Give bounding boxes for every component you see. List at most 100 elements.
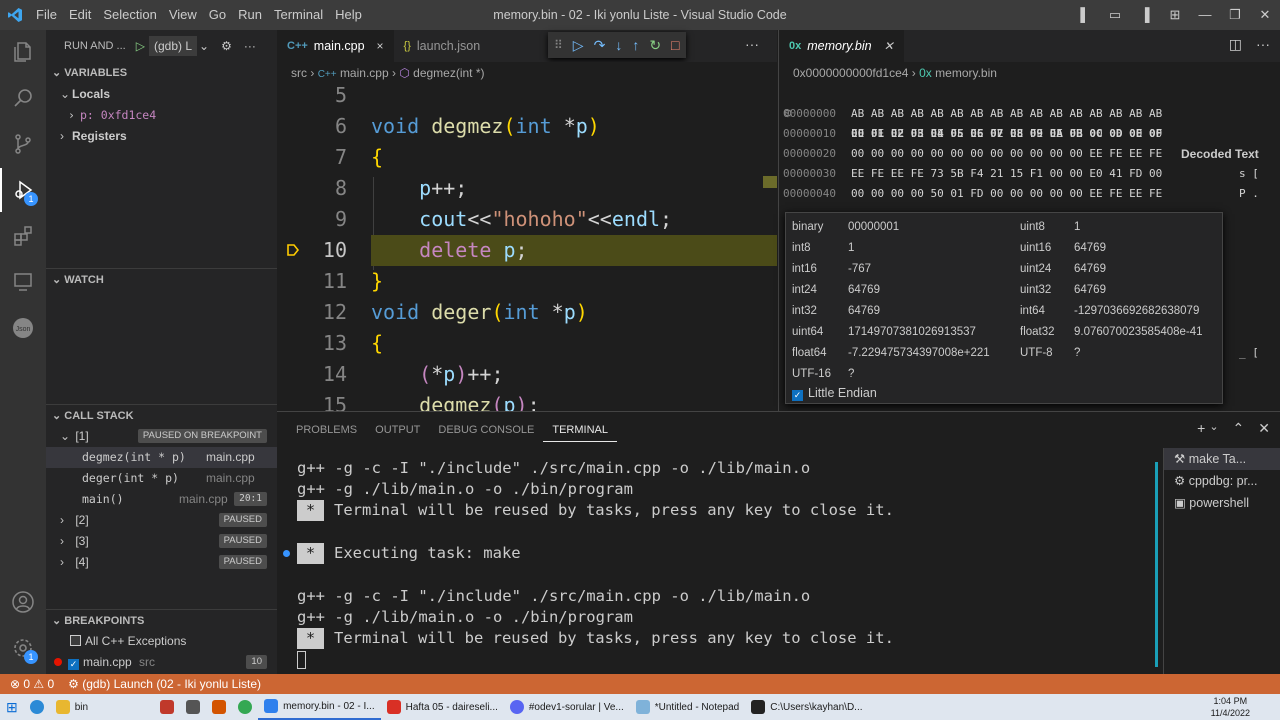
remote-explorer-icon[interactable] (0, 260, 46, 304)
thread-row[interactable]: ⌄ [1] PAUSED ON BREAKPOINT (46, 426, 277, 447)
menu-selection[interactable]: Selection (97, 0, 162, 30)
terminal-output[interactable]: g++ -g -c -I "./include" ./src/main.cpp … (283, 454, 1157, 674)
close-icon[interactable]: ✕ (884, 30, 894, 62)
hex-row[interactable]: 00000030 EE FE EE FE 73 5B F4 21 15 F1 00… (779, 164, 1279, 184)
hex-bytes[interactable]: EE FE EE FE EE FE EE FE EE FE EE FE 00 0… (851, 124, 1162, 144)
taskbar-item-vscode[interactable]: memory.bin - 02 - I... (258, 694, 381, 720)
hex-row[interactable]: 00000010 EE FE EE FE EE FE EE FE EE FE EE… (779, 124, 1279, 144)
hex-address[interactable]: 0x0000000000fd1ce4 (793, 66, 908, 80)
taskbar-item-discord[interactable]: #odev1-sorular | Ve... (504, 694, 630, 720)
terminal-scrollbar[interactable] (1155, 462, 1158, 667)
settings-gear-icon[interactable]: 1 (0, 626, 46, 670)
stack-frame[interactable]: deger(int * p) main.cpp (46, 468, 277, 489)
minimize-icon[interactable]: — (1190, 0, 1220, 30)
tab-launch-json[interactable]: {} launch.json (394, 30, 491, 62)
stack-frame[interactable]: degmez(int * p) main.cpp (46, 447, 277, 468)
tab-problems[interactable]: PROBLEMS (287, 412, 366, 448)
source-control-icon[interactable] (0, 122, 46, 166)
taskbar-item-cmd[interactable]: C:\Users\kayhan\D... (745, 694, 868, 720)
menu-edit[interactable]: Edit (63, 0, 97, 30)
layout-sidebar-icon[interactable]: ▌ (1070, 0, 1100, 30)
layout-secondary-icon[interactable]: ▐ (1130, 0, 1160, 30)
menu-help[interactable]: Help (329, 0, 368, 30)
taskbar-item-pdf[interactable]: Hafta 05 - daireseli... (381, 694, 504, 720)
json-icon[interactable]: Json (0, 306, 46, 350)
local-variable-p[interactable]: › p: 0xfd1ce4 (46, 105, 277, 126)
breakpoint-item[interactable]: All C++ Exceptions (46, 631, 277, 652)
chrome-icon[interactable] (232, 694, 258, 720)
launch-settings-icon[interactable]: ⚙ (221, 39, 232, 53)
debug-config-select[interactable]: (gdb) L (148, 36, 197, 56)
problems-status[interactable]: ⊗ 0 ⚠ 0 (10, 674, 54, 694)
code-editor[interactable]: 5 6 void degmez(int *p) 7{ 8 p++; 9 cout<… (277, 84, 777, 411)
explorer-icon[interactable] (0, 30, 46, 74)
locals-scope[interactable]: ⌄ Locals (46, 84, 277, 105)
thread-row[interactable]: › [2] PAUSED (46, 510, 277, 531)
hex-bytes[interactable]: EE FE EE FE 73 5B F4 21 15 F1 00 00 E0 4… (851, 164, 1162, 184)
edge-icon[interactable] (24, 694, 50, 720)
watch-section[interactable]: ⌄ WATCH (46, 268, 277, 290)
terminal-item-cppdbg[interactable]: ⚙ cppdbg: pr... (1164, 470, 1280, 492)
tab-debug-console[interactable]: DEBUG CONSOLE (429, 412, 543, 448)
hex-row[interactable]: 00000020 00 00 00 00 00 00 00 00 00 00 00… (779, 144, 1279, 164)
hex-file-name[interactable]: memory.bin (935, 66, 997, 80)
hex-bytes[interactable]: AB AB AB AB AB AB AB AB AB AB AB AB AB A… (851, 104, 1162, 124)
chevron-down-icon[interactable]: ⌄ (199, 39, 209, 53)
layout-panel-icon[interactable]: ▭ (1100, 0, 1130, 30)
hex-row[interactable]: 00000040 00 00 00 00 50 01 FD 00 00 00 00… (779, 184, 1279, 204)
call-stack-section[interactable]: ⌄ CALL STACK (46, 404, 277, 426)
menu-run[interactable]: Run (232, 0, 268, 30)
more-actions-icon[interactable]: ··· (745, 36, 759, 52)
app-icon[interactable] (154, 694, 180, 720)
chevron-down-icon[interactable]: ⌄ (1209, 420, 1218, 437)
tab-terminal[interactable]: TERMINAL (543, 419, 617, 442)
menu-terminal[interactable]: Terminal (268, 0, 329, 30)
terminal-item-powershell[interactable]: ▣ powershell (1164, 492, 1280, 514)
restart-icon[interactable]: ↻ (649, 37, 661, 54)
start-button[interactable]: ⊞ (0, 694, 24, 720)
menu-go[interactable]: Go (203, 0, 232, 30)
extensions-icon[interactable] (0, 214, 46, 258)
app-icon[interactable] (180, 694, 206, 720)
account-icon[interactable] (0, 580, 46, 624)
system-clock[interactable]: 1:04 PM 11/4/2022 (1211, 694, 1250, 719)
scrollbar-marker[interactable] (763, 176, 777, 188)
checkbox-checked-icon[interactable]: ✓ (68, 659, 79, 670)
hex-row[interactable]: 00000000 AB AB AB AB AB AB AB AB AB AB AB… (779, 104, 1279, 124)
close-panel-icon[interactable]: ✕ (1258, 420, 1270, 437)
tab-output[interactable]: OUTPUT (366, 412, 429, 448)
tab-main-cpp[interactable]: C++ main.cpp × (277, 30, 394, 62)
new-terminal-icon[interactable]: + (1197, 420, 1205, 437)
tab-memory-bin[interactable]: 0x memory.bin ✕ (779, 30, 904, 62)
menu-view[interactable]: View (163, 0, 203, 30)
layout-custom-icon[interactable]: ⊞ (1160, 0, 1190, 30)
breakpoint-item[interactable]: ✓ main.cpp src 10 (46, 652, 277, 673)
maximize-panel-icon[interactable]: ⌃ (1233, 420, 1245, 437)
taskbar-item-explorer[interactable]: bin (50, 694, 94, 720)
terminal-item-make[interactable]: ⚒ make Ta... (1164, 448, 1280, 470)
stop-icon[interactable]: □ (671, 37, 679, 53)
step-out-icon[interactable]: ↑ (632, 37, 639, 53)
run-debug-icon[interactable]: 1 (0, 168, 46, 212)
breakpoints-section[interactable]: ⌄ BREAKPOINTS (46, 609, 277, 631)
restore-icon[interactable]: ❐ (1220, 0, 1250, 30)
debug-launch-status[interactable]: ⚙ (gdb) Launch (02 - Iki yonlu Liste) (68, 674, 261, 694)
search-icon[interactable] (0, 76, 46, 120)
breadcrumb-file[interactable]: main.cpp (340, 66, 389, 80)
close-window-icon[interactable]: ✕ (1250, 0, 1280, 30)
start-debug-icon[interactable]: ▷ (136, 39, 145, 53)
breadcrumb-folder[interactable]: src (291, 66, 307, 80)
variables-section[interactable]: ⌄ VARIABLES (46, 62, 277, 84)
breadcrumb-symbol[interactable]: degmez(int *) (413, 66, 484, 80)
split-editor-icon[interactable]: ◫ (1229, 36, 1242, 53)
step-into-icon[interactable]: ↓ (615, 37, 622, 53)
registers-scope[interactable]: › Registers (46, 126, 277, 147)
step-over-icon[interactable]: ↷ (594, 37, 606, 54)
app-icon[interactable] (206, 694, 232, 720)
command-decoration-dot[interactable] (283, 550, 290, 557)
hex-bytes[interactable]: 00 00 00 00 50 01 FD 00 00 00 00 00 EE F… (851, 184, 1162, 204)
checkbox-unchecked-icon[interactable] (70, 635, 81, 646)
checkbox-checked-icon[interactable]: ✓ (792, 390, 803, 401)
taskbar-item-notepad[interactable]: *Untitled - Notepad (630, 694, 746, 720)
thread-row[interactable]: › [4] PAUSED (46, 552, 277, 573)
